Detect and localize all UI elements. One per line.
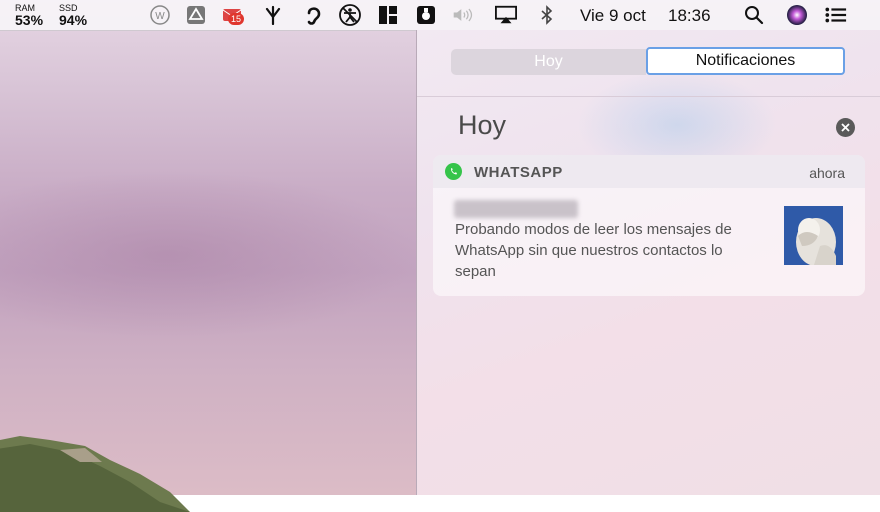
- notification-time: ahora: [809, 165, 845, 181]
- fork-icon[interactable]: [262, 4, 284, 26]
- mail-badge: 15: [228, 13, 245, 25]
- whatsapp-icon: [445, 163, 462, 180]
- ssd-monitor[interactable]: SSD 94%: [59, 3, 88, 28]
- ear-icon[interactable]: [302, 4, 324, 26]
- word-icon[interactable]: W: [149, 4, 171, 26]
- menu-bar: RAM 53% SSD 94% W 15 Vie 9 oct 18:36: [0, 0, 880, 31]
- bluetooth-icon[interactable]: [536, 4, 558, 26]
- airplay-icon[interactable]: [495, 4, 517, 26]
- notification-center-icon[interactable]: [825, 4, 847, 26]
- siri-icon[interactable]: [786, 4, 808, 26]
- layout-icon[interactable]: [377, 4, 399, 26]
- blurred-sender-name: [454, 200, 578, 218]
- google-drive-icon[interactable]: [185, 4, 207, 26]
- cloud-band: [0, 170, 420, 340]
- hill-landscape: [0, 436, 190, 512]
- notification-center-panel: Hoy Notificaciones Hoy WHATSAPP ahora Pr…: [416, 30, 880, 495]
- notification-header: WHATSAPP ahora: [433, 155, 865, 188]
- clear-notifications-button[interactable]: [836, 118, 855, 137]
- notification-card[interactable]: WHATSAPP ahora Probando modos de leer lo…: [433, 155, 865, 296]
- tab-notifications[interactable]: Notificaciones: [646, 47, 845, 75]
- close-icon: [841, 123, 850, 132]
- script-icon[interactable]: [415, 4, 437, 26]
- tab-today[interactable]: Hoy: [451, 49, 646, 75]
- ram-monitor[interactable]: RAM 53%: [15, 3, 44, 28]
- view-segmented-control: Hoy Notificaciones: [451, 47, 851, 76]
- notification-message: Probando modos de leer los mensajes de W…: [455, 221, 732, 280]
- menubar-date[interactable]: Vie 9 oct: [580, 6, 646, 26]
- notification-app-name: WHATSAPP: [474, 164, 563, 181]
- ssd-value: 94%: [59, 12, 88, 28]
- section-title: Hoy: [458, 110, 507, 140]
- volume-icon[interactable]: [452, 4, 474, 26]
- notification-thumbnail: [784, 206, 843, 265]
- accessibility-icon[interactable]: [339, 4, 361, 26]
- ram-value: 53%: [15, 12, 44, 28]
- search-icon[interactable]: [743, 4, 765, 26]
- svg-text:W: W: [155, 11, 165, 22]
- header-divider: [417, 96, 880, 97]
- menubar-clock[interactable]: 18:36: [668, 6, 711, 26]
